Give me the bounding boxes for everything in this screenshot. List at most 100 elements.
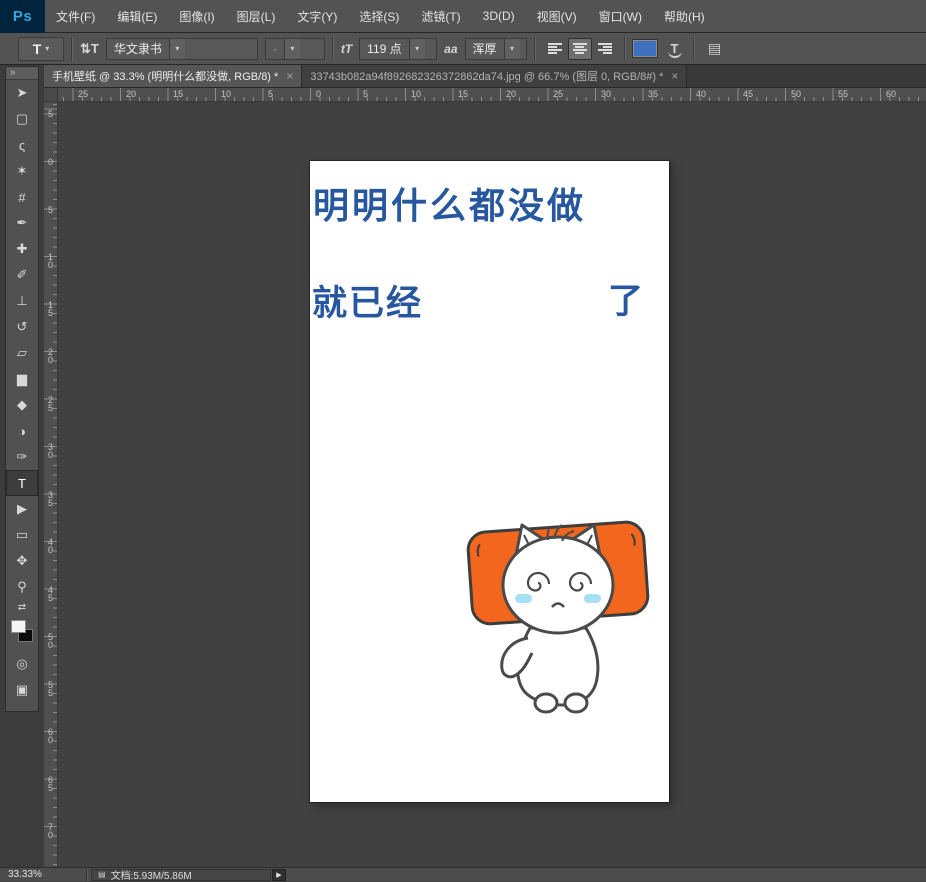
tool-icon: ▢ [16,111,28,127]
chevron-down-icon: ▾ [415,44,419,53]
quick-selection-tool[interactable]: ✶ [6,158,38,184]
ruler-number: 5 [268,89,273,99]
foreground-color-swatch[interactable] [11,620,26,633]
anti-alias-value: 浑厚 [466,39,504,59]
align-left-button[interactable] [543,38,567,60]
close-icon[interactable]: × [671,70,678,82]
tool-icon: ✒ [17,215,28,231]
anti-alias-icon: aa [444,42,457,56]
align-center-icon [573,43,587,54]
anti-alias-select[interactable]: 浑厚 ▾ [465,38,527,60]
menu-item[interactable]: 3D(D) [472,0,526,32]
divider [332,37,334,61]
screen-mode-button[interactable]: ▣ [6,677,38,703]
align-left-icon [548,43,562,54]
spot-healing-brush-tool[interactable]: ✚ [6,236,38,262]
clone-stamp-tool[interactable]: ⊥ [6,288,38,314]
text-align-group [543,38,617,60]
color-swatches [6,617,38,649]
align-center-button[interactable] [568,38,592,60]
document-tab[interactable]: 手机壁纸 @ 33.3% (明明什么都没做, RGB/8) * × [44,65,302,87]
document-tab-label: 手机壁纸 @ 33.3% (明明什么都没做, RGB/8) * [52,68,278,84]
menu-item[interactable]: 图层(L) [226,0,287,32]
ruler-ticks [53,102,57,867]
menu-item[interactable]: 图像(I) [168,0,225,32]
tool-icon: ⚲ [17,579,27,595]
text-color-swatch[interactable] [633,40,657,57]
ruler-number: 70 [46,823,55,839]
tool-icon: ↺ [17,319,28,335]
ruler-corner [44,88,58,102]
status-popup-button[interactable]: ▶ [272,869,286,881]
type-tool-icon: T [33,41,42,57]
crop-tool[interactable]: # [6,184,38,210]
type-tool[interactable]: T [6,470,38,496]
ruler-number: 50 [791,89,801,99]
document-tab[interactable]: 33743b082a94f892682326372862da74.jpg @ 6… [302,65,687,87]
menu-item[interactable]: 滤镜(T) [410,0,471,32]
menu-item[interactable]: 文字(Y) [286,0,348,32]
document-text-line1: 明明什么都没做 [313,177,586,229]
dodge-tool[interactable]: ◑ [6,418,38,444]
ruler-number: 65 [46,776,55,792]
path-selection-tool[interactable]: ▶ [6,496,38,522]
font-style-select[interactable]: - ▾ [265,38,325,60]
menu-item[interactable]: 选择(S) [348,0,410,32]
close-icon[interactable]: × [286,70,293,82]
tool-icon: ✚ [17,241,28,257]
menu-item[interactable]: 窗口(W) [588,0,653,32]
blur-tool[interactable]: ◆ [6,392,38,418]
zoom-level-field[interactable]: 33.33% [0,869,86,880]
ruler-number: 20 [506,89,516,99]
menu-item[interactable]: 编辑(E) [106,0,168,32]
font-family-select[interactable]: 华文隶书 ▾ [106,38,258,60]
horizontal-ruler[interactable]: 252015105051015202530354045505560 [0,88,926,102]
document-canvas[interactable]: 明明什么都没做 就已经 了 [310,161,669,802]
ruler-number: 60 [46,728,55,744]
ruler-number: 30 [46,443,55,459]
text-orientation-icon[interactable]: ⇅T [80,41,99,57]
brush-tool[interactable]: ✐ [6,262,38,288]
font-family-value: 华文隶书 [107,39,169,59]
document-info-icon: ▤ [98,870,106,879]
menu-item[interactable]: 视图(V) [526,0,588,32]
tool-preset-picker[interactable]: T ▾ [18,37,64,61]
zoom-tool[interactable]: ⚲ [6,574,38,600]
vertical-ruler[interactable]: 50510152025303540455055606570 [44,102,58,867]
ruler-number: 5 [363,89,368,99]
tool-icon: ✐ [17,267,28,283]
tool-icon: # [18,190,25,205]
menu-item[interactable]: 文件(F) [45,0,106,32]
swap-colors-icon[interactable]: ⇄ [6,600,38,615]
pen-tool[interactable]: ✑ [6,444,38,470]
quick-mask-button[interactable]: ◎ [6,651,38,677]
eyedropper-tool[interactable]: ✒ [6,210,38,236]
tool-icon: ς [19,138,25,153]
document-text-line2-left: 就已经 [312,275,423,326]
gradient-tool[interactable]: ▆ [6,366,38,392]
font-size-select[interactable]: 119 点 ▾ [359,38,437,60]
ruler-number: 0 [46,158,55,166]
warp-text-icon[interactable]: T [664,38,686,60]
ruler-number: 45 [46,586,55,602]
toolbar-collapse-icon[interactable]: » [6,67,38,80]
eraser-tool[interactable]: ▱ [6,340,38,366]
toggle-panels-icon[interactable]: ▤ [702,38,728,60]
align-right-button[interactable] [593,38,617,60]
move-tool[interactable]: ➤ [6,80,38,106]
document-tab-label: 33743b082a94f892682326372862da74.jpg @ 6… [310,68,663,84]
main-menu: 文件(F)编辑(E)图像(I)图层(L)文字(Y)选择(S)滤镜(T)3D(D)… [45,0,716,32]
lasso-tool[interactable]: ς [6,132,38,158]
rectangular-marquee-tool[interactable]: ▢ [6,106,38,132]
ruler-number: 0 [316,89,321,99]
tool-icon: ➤ [17,85,28,101]
divider [71,37,73,61]
shape-tool[interactable]: ▭ [6,522,38,548]
ruler-number: 10 [221,89,231,99]
hand-tool[interactable]: ✥ [6,548,38,574]
menu-item[interactable]: 帮助(H) [653,0,716,32]
ruler-number: 15 [458,89,468,99]
tool-icon: ✥ [17,553,28,569]
history-brush-tool[interactable]: ↺ [6,314,38,340]
divider [86,869,87,881]
